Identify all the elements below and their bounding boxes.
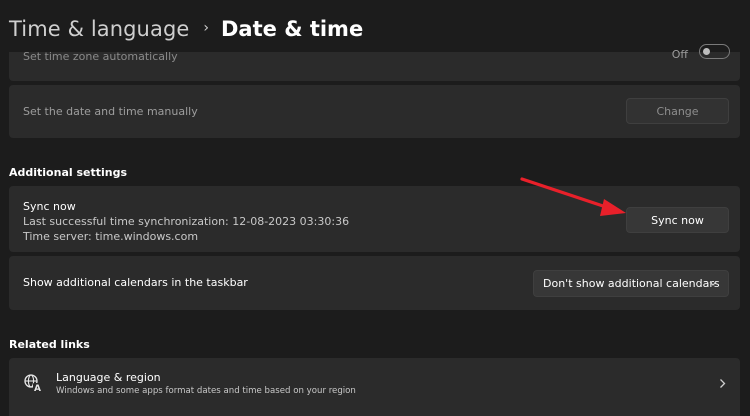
language-region-title: Language & region <box>56 371 161 384</box>
chevron-right-icon <box>720 379 726 388</box>
breadcrumb-separator-icon: › <box>203 20 209 36</box>
annotation-arrow-icon <box>520 177 626 216</box>
breadcrumb-parent[interactable]: Time & language <box>9 17 189 41</box>
time-zone-auto-toggle[interactable] <box>699 44 730 59</box>
svg-text:A: A <box>34 384 41 393</box>
page-title: Date & time <box>221 17 364 41</box>
change-button[interactable]: Change <box>626 98 729 124</box>
related-links-heading: Related links <box>9 338 90 351</box>
time-zone-auto-card: Set time zone automatically Off <box>9 44 740 81</box>
calendars-card: Show additional calendars in the taskbar… <box>9 256 740 310</box>
calendars-dropdown[interactable]: Don't show additional calendars <box>533 270 729 297</box>
manual-time-label: Set the date and time manually <box>23 105 198 118</box>
language-region-subtitle: Windows and some apps format dates and t… <box>56 386 356 396</box>
time-zone-auto-label: Set time zone automatically <box>23 50 178 63</box>
last-sync-text: Last successful time synchronization: 12… <box>23 215 350 228</box>
calendars-label: Show additional calendars in the taskbar <box>23 276 248 289</box>
sync-now-card: Sync now Last successful time synchroniz… <box>9 186 740 252</box>
language-region-link[interactable]: A Language & region Windows and some app… <box>9 358 740 416</box>
sync-now-button[interactable]: Sync now <box>626 207 729 233</box>
breadcrumb: Time & language › Date & time <box>9 12 363 46</box>
time-zone-auto-state: Off <box>671 48 688 61</box>
sync-info: Sync now Last successful time synchroniz… <box>23 199 349 244</box>
calendars-dropdown-value: Don't show additional calendars <box>543 277 720 290</box>
settings-page: Time & language › Date & time Set time z… <box>0 0 750 416</box>
toggle-knob <box>703 48 710 55</box>
language-region-icon: A <box>24 374 42 393</box>
sync-title: Sync now <box>23 200 76 213</box>
time-server-text: Time server: time.windows.com <box>23 230 199 243</box>
additional-settings-heading: Additional settings <box>9 166 128 179</box>
chevron-down-icon <box>709 281 717 286</box>
manual-time-card: Set the date and time manually Change <box>9 85 740 138</box>
